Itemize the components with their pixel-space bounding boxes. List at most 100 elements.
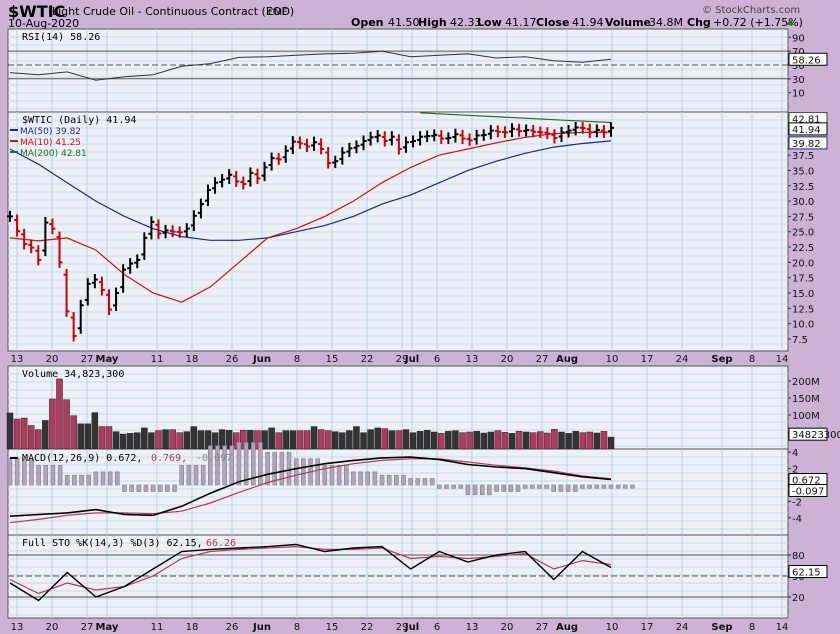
volume-bar xyxy=(119,433,127,450)
ma50-label: MA(50) 39.82 xyxy=(20,127,81,137)
low-value: 41.17 xyxy=(505,16,537,29)
macd-histogram-bar xyxy=(458,484,463,489)
volume-bar xyxy=(112,431,120,450)
y-axis-label: 30 xyxy=(792,75,805,86)
x-axis-label: 26 xyxy=(226,622,239,633)
volume-bar xyxy=(445,431,452,450)
macd-histogram-bar xyxy=(401,474,406,486)
y-axis-label: 27.5 xyxy=(792,212,814,223)
macd-histogram-bar xyxy=(122,484,127,492)
x-axis-label: May xyxy=(96,354,119,365)
y-axis-label: 37.5 xyxy=(792,151,814,162)
volume-bar xyxy=(176,432,183,450)
volume-bar xyxy=(572,431,579,450)
y-axis-label: 4 xyxy=(792,448,798,459)
volume-bar xyxy=(84,423,92,450)
x-axis-label: 24 xyxy=(676,622,689,633)
x-axis-label: 10 xyxy=(606,354,619,365)
volume-bar xyxy=(466,431,473,450)
macd-histogram-bar xyxy=(429,478,435,486)
y-axis-label: 10 xyxy=(792,89,805,100)
x-axis-label: 13 xyxy=(466,622,479,633)
macd-histogram-bar xyxy=(394,474,399,486)
copyright: © StockCharts.com xyxy=(702,5,800,16)
y-axis-label: 20.0 xyxy=(792,258,814,269)
volume-bar xyxy=(607,436,615,450)
volume-bar xyxy=(544,432,551,450)
macd-histogram-bar xyxy=(243,442,249,486)
volume-bar xyxy=(155,430,162,450)
macd-histogram-bar xyxy=(594,484,599,489)
ma200-label: MA(200) 42.81 xyxy=(20,149,87,159)
macd-signal-label: 0.769, xyxy=(151,453,187,464)
y-axis-label: 100M xyxy=(792,411,820,422)
macd-histogram-bar xyxy=(601,484,607,489)
close-label: Close xyxy=(536,16,569,29)
macd-histogram-bar xyxy=(172,484,177,492)
x-axis-label: 8 xyxy=(749,354,755,365)
macd-histogram-bar xyxy=(236,442,242,486)
macd-histogram-bar xyxy=(57,465,63,486)
volume-bar xyxy=(63,399,70,450)
macd-histogram-bar xyxy=(179,465,184,486)
low-label: Low xyxy=(477,16,502,29)
macd-histogram-bar xyxy=(465,484,471,496)
macd-histogram-bar xyxy=(580,484,585,489)
volume-bar xyxy=(183,431,191,450)
volume-bar xyxy=(134,432,141,450)
macd-histogram-bar xyxy=(115,471,120,486)
volume-bar xyxy=(360,432,367,450)
macd-histogram-bar xyxy=(515,484,521,492)
volume-bar xyxy=(49,398,56,450)
sto-value-tag-text: 62.15 xyxy=(792,567,821,578)
macd-histogram-bar xyxy=(36,465,41,486)
volume-bar xyxy=(282,430,290,450)
macd-histogram-bar xyxy=(479,484,485,496)
y-axis-label: 20 xyxy=(792,593,805,604)
macd-histogram-bar xyxy=(157,484,163,492)
volume-bar xyxy=(42,420,49,450)
y-axis-label: -4 xyxy=(792,514,802,525)
volume-bar xyxy=(558,431,565,450)
y-axis-label: 200M xyxy=(792,377,820,388)
y-axis-label: -2 xyxy=(792,497,802,508)
volume-bar xyxy=(565,433,572,450)
y-axis-label: 17.5 xyxy=(792,274,814,285)
x-axis-label: Jun xyxy=(252,622,271,633)
macd-histogram-bar xyxy=(530,484,535,489)
volume-bar xyxy=(430,431,438,450)
stock-chart: $WTIC Light Crude Oil - Continuous Contr… xyxy=(6,2,840,633)
macd-histogram-bar xyxy=(165,484,170,492)
volume-bar xyxy=(452,430,459,450)
macd-histogram-bar xyxy=(379,474,385,486)
volume-bar xyxy=(423,430,431,450)
macd-histogram-bar xyxy=(336,465,342,486)
macd-histogram-bar xyxy=(444,484,449,489)
volume-bar xyxy=(148,432,155,450)
x-axis-label: 17 xyxy=(641,354,654,365)
volume-bar xyxy=(579,432,586,450)
quote-summary: Open 41.50 High 42.33 Low 41.17 Close 41… xyxy=(351,16,803,29)
ma50-swatch xyxy=(10,129,18,131)
volume-bar xyxy=(586,431,594,450)
macd-histogram-bar xyxy=(437,484,442,489)
volume-bar xyxy=(77,423,84,450)
macd-histogram-bar xyxy=(544,484,549,489)
high-label: High xyxy=(418,16,447,29)
macd-histogram-bar xyxy=(79,474,84,486)
y-axis-label: 150M xyxy=(792,394,820,405)
chg-label: Chg xyxy=(687,16,711,29)
rsi-legend: RSI(14) 58.26 xyxy=(22,32,100,43)
macd-histogram-bar xyxy=(50,465,56,486)
x-axis-label: Aug xyxy=(556,622,578,633)
macd-histogram-bar xyxy=(351,471,356,486)
volume-bar xyxy=(141,427,148,450)
volume-bar xyxy=(508,433,516,450)
x-axis-label: 13 xyxy=(466,354,479,365)
macd-histogram-bar xyxy=(487,484,492,496)
x-axis-label: 20 xyxy=(501,354,514,365)
x-axis-label: 24 xyxy=(676,354,689,365)
y-axis-label: 15.0 xyxy=(792,289,814,300)
volume-bar xyxy=(27,425,35,450)
x-axis-label: Jul xyxy=(404,622,419,633)
